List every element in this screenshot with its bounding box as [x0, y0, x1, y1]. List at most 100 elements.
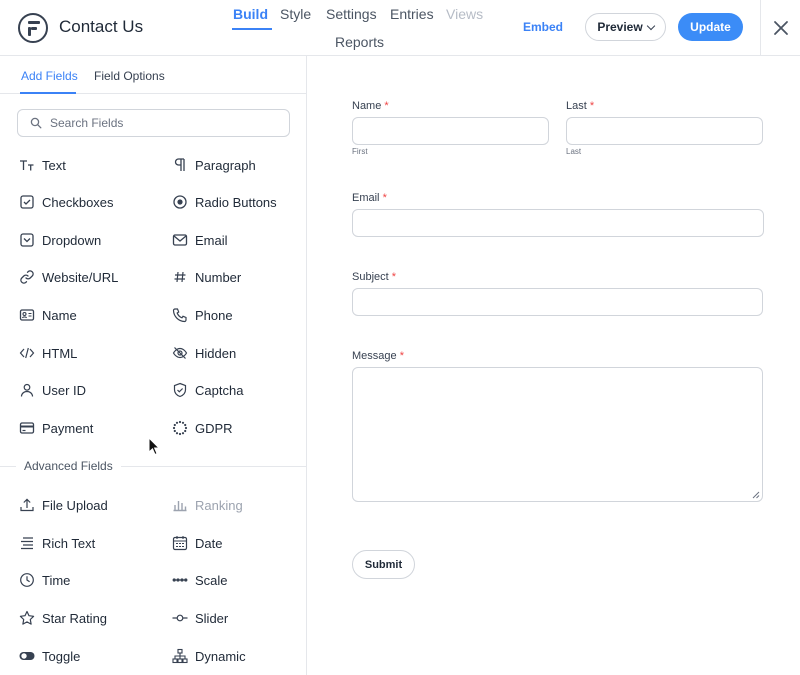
paragraph-icon: [172, 157, 188, 173]
clock-icon: [19, 572, 35, 588]
field-gdpr[interactable]: GDPR: [172, 416, 233, 440]
slider-icon: [172, 610, 188, 626]
required-asterisk: *: [399, 350, 404, 362]
required-asterisk: *: [391, 271, 397, 283]
close-icon[interactable]: [772, 19, 790, 37]
required-asterisk: *: [589, 100, 595, 112]
tab-add-fields[interactable]: Add Fields: [21, 69, 78, 83]
field-number[interactable]: Number: [172, 265, 241, 289]
field-rich-text[interactable]: Rich Text: [19, 531, 95, 555]
credit-card-icon: [19, 420, 35, 436]
field-date[interactable]: Date: [172, 531, 222, 555]
email-input[interactable]: [352, 209, 764, 237]
required-asterisk: *: [384, 100, 389, 112]
link-icon: [19, 269, 35, 285]
radio-icon: [172, 194, 188, 210]
shield-icon: [172, 382, 188, 398]
search-box[interactable]: [17, 109, 290, 137]
checkbox-icon: [19, 194, 35, 210]
preview-label: Preview: [597, 20, 643, 34]
last-sublabel: Last: [566, 147, 582, 156]
sidebar-tabs: Add Fields Field Options: [0, 56, 306, 94]
scale-icon: [172, 572, 188, 588]
message-label: Message *: [352, 350, 404, 362]
id-card-icon: [19, 307, 35, 323]
sidebar-tab-indicator: [20, 92, 76, 94]
tab-settings[interactable]: Settings: [326, 6, 377, 22]
search-input[interactable]: [50, 116, 280, 130]
submit-button[interactable]: Submit: [352, 550, 415, 579]
dropdown-icon: [19, 232, 35, 248]
tab-entries[interactable]: Entries: [390, 6, 434, 22]
update-button[interactable]: Update: [678, 13, 743, 41]
text-icon: [19, 157, 35, 173]
field-checkboxes[interactable]: Checkboxes: [19, 190, 114, 214]
field-file-upload[interactable]: File Upload: [19, 493, 108, 517]
last-name-label: Last *: [566, 100, 595, 112]
field-star-rating[interactable]: Star Rating: [19, 606, 107, 630]
field-text[interactable]: Text: [19, 153, 66, 177]
field-email[interactable]: Email: [172, 228, 228, 252]
field-paragraph[interactable]: Paragraph: [172, 153, 256, 177]
field-payment[interactable]: Payment: [19, 416, 93, 440]
name-label: Name *: [352, 100, 389, 112]
field-hidden[interactable]: Hidden: [172, 341, 236, 365]
field-dropdown[interactable]: Dropdown: [19, 228, 101, 252]
advanced-fields-label: Advanced Fields: [16, 459, 121, 473]
upload-icon: [19, 497, 35, 513]
user-icon: [19, 382, 35, 398]
mouse-cursor-icon: [148, 437, 160, 456]
eye-slash-icon: [172, 345, 188, 361]
resize-handle-icon[interactable]: [752, 491, 760, 499]
field-html[interactable]: HTML: [19, 341, 77, 365]
field-slider[interactable]: Slider: [172, 606, 228, 630]
code-icon: [19, 345, 35, 361]
formidable-logo-icon[interactable]: [18, 13, 48, 43]
rich-text-icon: [19, 535, 35, 551]
subject-label: Subject *: [352, 271, 397, 283]
chevron-down-icon: [646, 21, 655, 30]
envelope-icon: [172, 232, 188, 248]
toggle-icon: [19, 648, 35, 664]
ranking-icon: [172, 497, 188, 513]
tab-views[interactable]: Views: [446, 6, 483, 22]
first-sublabel: First: [352, 147, 368, 156]
field-dynamic[interactable]: Dynamic: [172, 644, 246, 668]
tab-style[interactable]: Style: [280, 6, 311, 22]
app-header: Contact Us Build Style Settings Entries …: [0, 0, 800, 56]
active-tab-indicator: [232, 28, 272, 30]
tab-build[interactable]: Build: [233, 6, 268, 22]
search-icon: [30, 117, 42, 129]
calendar-icon: [172, 535, 188, 551]
field-ranking[interactable]: Ranking: [172, 493, 243, 517]
gdpr-stars-icon: [172, 420, 188, 436]
field-captcha[interactable]: Captcha: [172, 378, 243, 402]
tab-field-options[interactable]: Field Options: [94, 69, 165, 83]
field-user-id[interactable]: User ID: [19, 378, 86, 402]
subject-input[interactable]: [352, 288, 763, 316]
message-textarea[interactable]: [352, 367, 763, 502]
last-name-input[interactable]: [566, 117, 763, 145]
field-website-url[interactable]: Website/URL: [19, 265, 118, 289]
field-radio-buttons[interactable]: Radio Buttons: [172, 190, 277, 214]
field-name[interactable]: Name: [19, 303, 77, 327]
form-canvas: Name * First Last * Last Email * Subject…: [307, 56, 800, 675]
star-icon: [19, 610, 35, 626]
form-title: Contact Us: [59, 17, 144, 36]
phone-icon: [172, 307, 188, 323]
field-toggle[interactable]: Toggle: [19, 644, 80, 668]
preview-button[interactable]: Preview: [585, 13, 666, 41]
field-time[interactable]: Time: [19, 568, 70, 592]
advanced-fields-heading: Advanced Fields: [0, 454, 306, 478]
embed-link[interactable]: Embed: [523, 20, 563, 34]
header-divider: [760, 0, 761, 56]
first-name-input[interactable]: [352, 117, 549, 145]
field-phone[interactable]: Phone: [172, 303, 233, 327]
hash-icon: [172, 269, 188, 285]
fields-sidebar: Add Fields Field Options Text Paragraph …: [0, 56, 307, 675]
field-scale[interactable]: Scale: [172, 568, 228, 592]
tab-reports[interactable]: Reports: [335, 34, 384, 50]
required-asterisk: *: [382, 192, 387, 204]
hierarchy-icon: [172, 648, 188, 664]
email-label: Email *: [352, 192, 387, 204]
